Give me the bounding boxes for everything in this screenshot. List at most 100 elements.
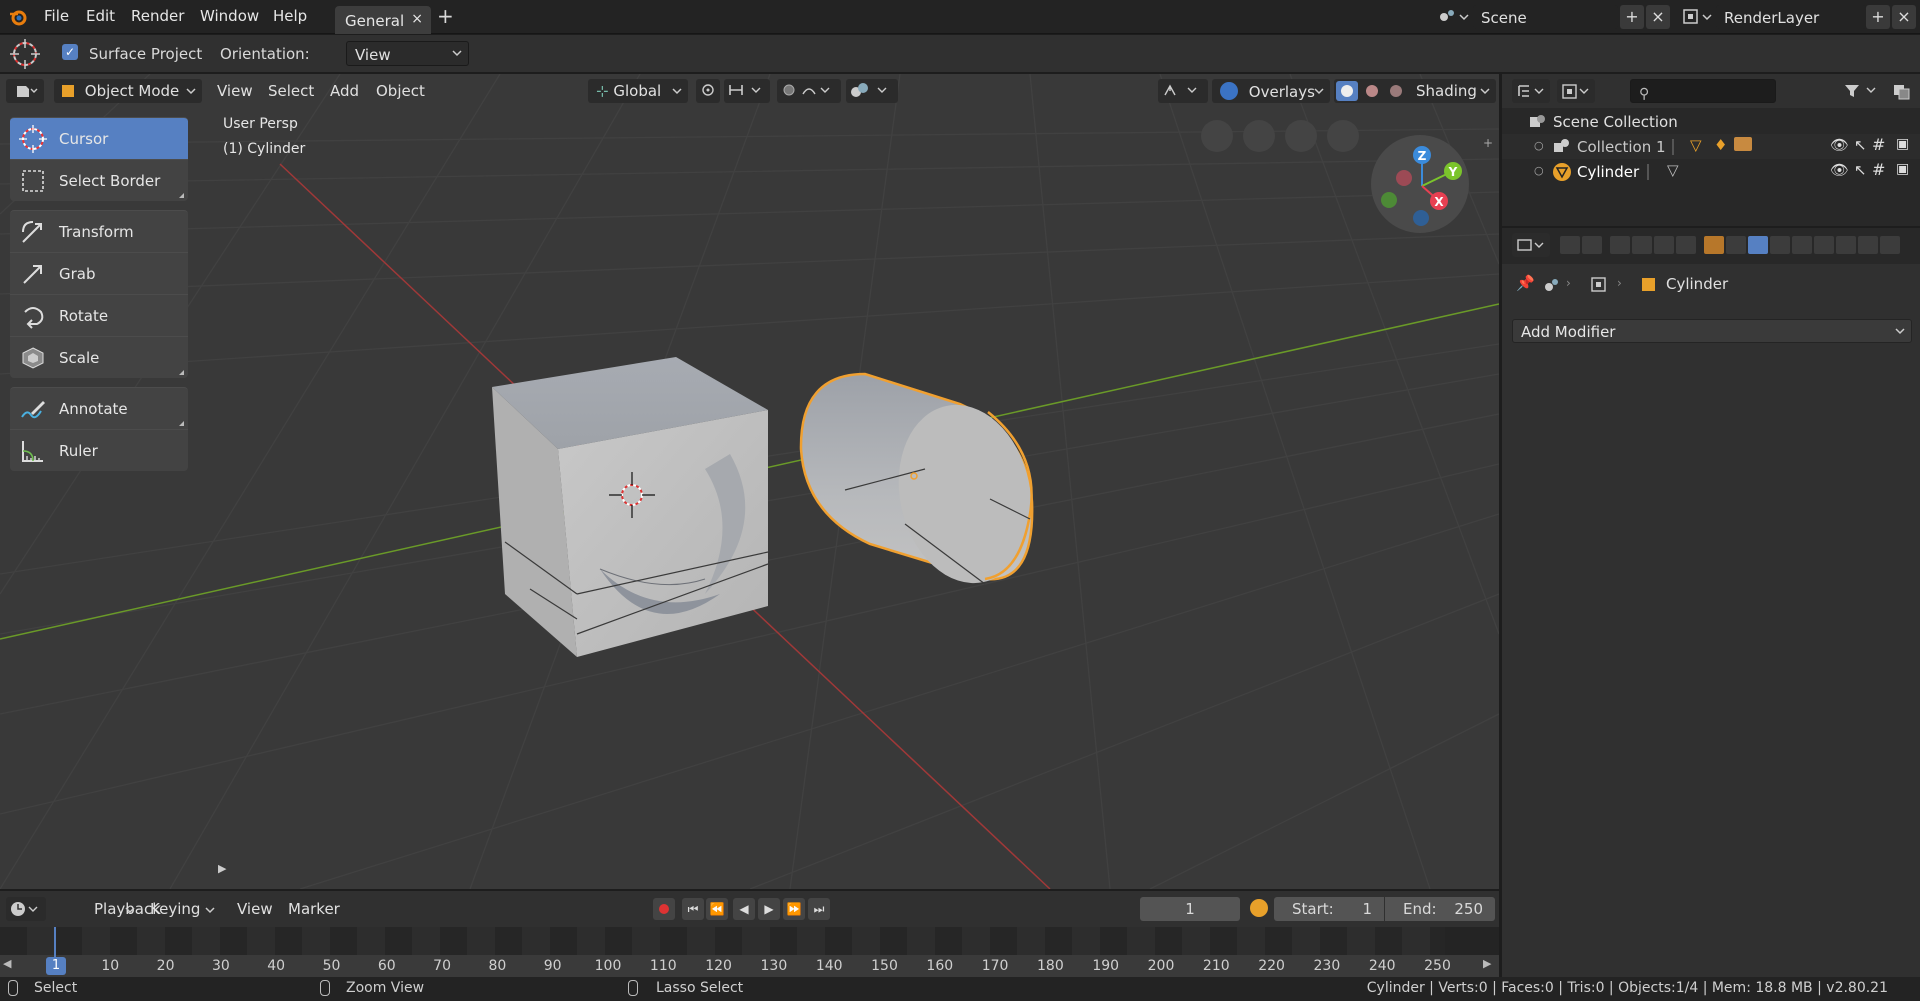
camera-icon[interactable]: [1734, 137, 1752, 151]
proportional-editing-button[interactable]: [777, 79, 841, 103]
texture-tab-icon[interactable]: [1858, 236, 1878, 254]
navigation-gizmo[interactable]: Z Y X: [1370, 134, 1470, 234]
camera-view-icon[interactable]: [1243, 120, 1275, 152]
tool-ruler[interactable]: Ruler: [10, 429, 188, 471]
rendered-shading-icon[interactable]: [1390, 85, 1402, 97]
menu-object[interactable]: Object: [376, 82, 425, 100]
render-layer-add-button[interactable]: +: [1866, 5, 1890, 29]
object-tab-icon[interactable]: [1704, 236, 1724, 254]
render-tab-icon[interactable]: [1582, 236, 1602, 254]
overlays-dropdown[interactable]: Overlays: [1212, 79, 1330, 103]
selectable-icon[interactable]: ↖: [1854, 136, 1867, 154]
orientation-dropdown[interactable]: View: [346, 41, 469, 66]
cylinder-object[interactable]: [799, 372, 1047, 596]
tool-scale[interactable]: Scale: [10, 336, 188, 378]
tool-transform[interactable]: Transform: [10, 210, 188, 252]
preview-range-icon[interactable]: [1250, 899, 1268, 917]
menu-edit[interactable]: Edit: [86, 7, 115, 25]
jump-to-end-button[interactable]: ⏭: [808, 898, 830, 920]
outliner-row-scene-collection[interactable]: Scene Collection: [1502, 110, 1920, 134]
perspective-toggle-icon[interactable]: [1201, 120, 1233, 152]
render-layer-remove-button[interactable]: ×: [1892, 5, 1916, 29]
viewport-disable-icon[interactable]: #: [1872, 135, 1885, 154]
menu-file[interactable]: File: [44, 7, 69, 25]
3d-viewport[interactable]: Object Mode View Select Add Object ⊹ Glo…: [0, 74, 1499, 889]
outliner-editor-type-button[interactable]: [1512, 79, 1550, 103]
selectable-icon[interactable]: ↖: [1854, 161, 1867, 179]
scroll-left-icon[interactable]: ◀: [3, 957, 11, 970]
render-disable-icon[interactable]: ▣: [1896, 161, 1909, 177]
view-layer-tab-icon[interactable]: [1632, 236, 1652, 254]
object-constraint-tab-icon[interactable]: [1880, 236, 1900, 254]
expand-region-icon[interactable]: ▶: [218, 862, 226, 875]
viewport-disable-icon[interactable]: #: [1872, 160, 1885, 179]
scene-add-button[interactable]: +: [1620, 5, 1644, 29]
playhead[interactable]: 1: [46, 957, 66, 975]
move-view-icon[interactable]: [1285, 120, 1317, 152]
current-frame-field[interactable]: 1: [1140, 897, 1240, 921]
light-icon[interactable]: ♦: [1714, 136, 1727, 154]
tool-grab[interactable]: Grab: [10, 252, 188, 294]
scene-name-field[interactable]: Scene: [1473, 5, 1618, 29]
end-frame-field[interactable]: End: 250: [1385, 897, 1495, 921]
timeline-area[interactable]: ◀ ▶ 1 10 20 30 40 50 60 70 80 90 100 110 120 130 140 1…: [0, 927, 1499, 977]
visibility-eye-icon[interactable]: 👁: [1830, 136, 1849, 154]
object-mode-dropdown[interactable]: Object Mode: [54, 79, 202, 103]
menu-add[interactable]: Add: [330, 82, 359, 100]
add-modifier-dropdown[interactable]: Add Modifier: [1512, 319, 1912, 343]
expand-icon[interactable]: ○: [1534, 139, 1544, 152]
close-tab-icon[interactable]: ×: [411, 11, 423, 27]
object-type-visibility-button[interactable]: [846, 79, 898, 103]
particles-tab-icon[interactable]: [1770, 236, 1790, 254]
outliner-row-collection-1[interactable]: ○ Collection 1 ▽ ♦ 👁 ↖ # ▣: [1502, 134, 1920, 159]
render-disable-icon[interactable]: ▣: [1896, 136, 1909, 152]
visibility-eye-icon[interactable]: 👁: [1830, 161, 1849, 179]
expand-icon[interactable]: ○: [1534, 164, 1544, 177]
constraints-tab-icon[interactable]: [1726, 236, 1746, 254]
material-tab-icon[interactable]: [1836, 236, 1856, 254]
mesh-data-icon[interactable]: ▽: [1667, 161, 1679, 179]
timeline-editor-type-button[interactable]: [6, 897, 46, 921]
jump-to-start-button[interactable]: ⏮: [682, 898, 704, 920]
workspace-tab-general[interactable]: General ×: [335, 6, 431, 34]
world-tab-icon[interactable]: [1676, 236, 1696, 254]
mesh-data-icon[interactable]: ▽: [1690, 136, 1702, 154]
pivot-point-button[interactable]: [696, 79, 720, 103]
zoom-view-icon[interactable]: [1327, 120, 1359, 152]
display-mode-button[interactable]: [1557, 79, 1595, 103]
editor-type-button[interactable]: [6, 79, 44, 103]
sidebar-toggle-icon[interactable]: +: [1483, 136, 1493, 150]
transform-orientation-dropdown[interactable]: ⊹ Global: [588, 79, 688, 103]
outliner-row-cylinder[interactable]: ○ Cylinder ▽ 👁 ↖ # ▣: [1502, 159, 1920, 184]
menu-help[interactable]: Help: [273, 7, 307, 25]
surface-project-checkbox[interactable]: ✓: [62, 44, 78, 60]
jump-to-keyframe-back-button[interactable]: ⏪: [706, 898, 728, 920]
solid-shading-button[interactable]: [1336, 81, 1358, 101]
scene-remove-button[interactable]: ×: [1646, 5, 1670, 29]
new-collection-button[interactable]: [1890, 80, 1914, 102]
shading-controls[interactable]: Shading: [1334, 79, 1496, 103]
cube-object[interactable]: [492, 357, 769, 657]
pin-icon[interactable]: 📌: [1516, 274, 1535, 292]
menu-view[interactable]: View: [237, 900, 273, 918]
tool-select-border[interactable]: Select Border: [10, 159, 188, 201]
physics-tab-icon[interactable]: [1792, 236, 1812, 254]
output-tab-icon[interactable]: [1610, 236, 1630, 254]
add-workspace-button[interactable]: +: [437, 4, 454, 28]
scene-tab-icon[interactable]: [1654, 236, 1674, 254]
tool-rotate[interactable]: Rotate: [10, 294, 188, 336]
snap-button[interactable]: [724, 79, 770, 103]
auto-keying-button[interactable]: [653, 898, 675, 920]
tool-cursor[interactable]: Cursor: [10, 117, 188, 159]
gizmo-toggle-button[interactable]: [1158, 79, 1208, 103]
menu-window[interactable]: Window: [200, 7, 259, 25]
viewport-scene[interactable]: [0, 74, 1499, 889]
jump-to-keyframe-forward-button[interactable]: ⏩: [783, 898, 805, 920]
render-layer-name-field[interactable]: RenderLayer: [1716, 5, 1866, 29]
material-preview-icon[interactable]: [1366, 85, 1378, 97]
object-data-tab-icon[interactable]: [1814, 236, 1834, 254]
view-layer-browse-button[interactable]: [1680, 5, 1714, 29]
menu-keying[interactable]: Keying: [150, 900, 200, 918]
outliner-search-field[interactable]: ⚲: [1630, 79, 1776, 103]
tool-tab-icon[interactable]: [1560, 236, 1580, 254]
